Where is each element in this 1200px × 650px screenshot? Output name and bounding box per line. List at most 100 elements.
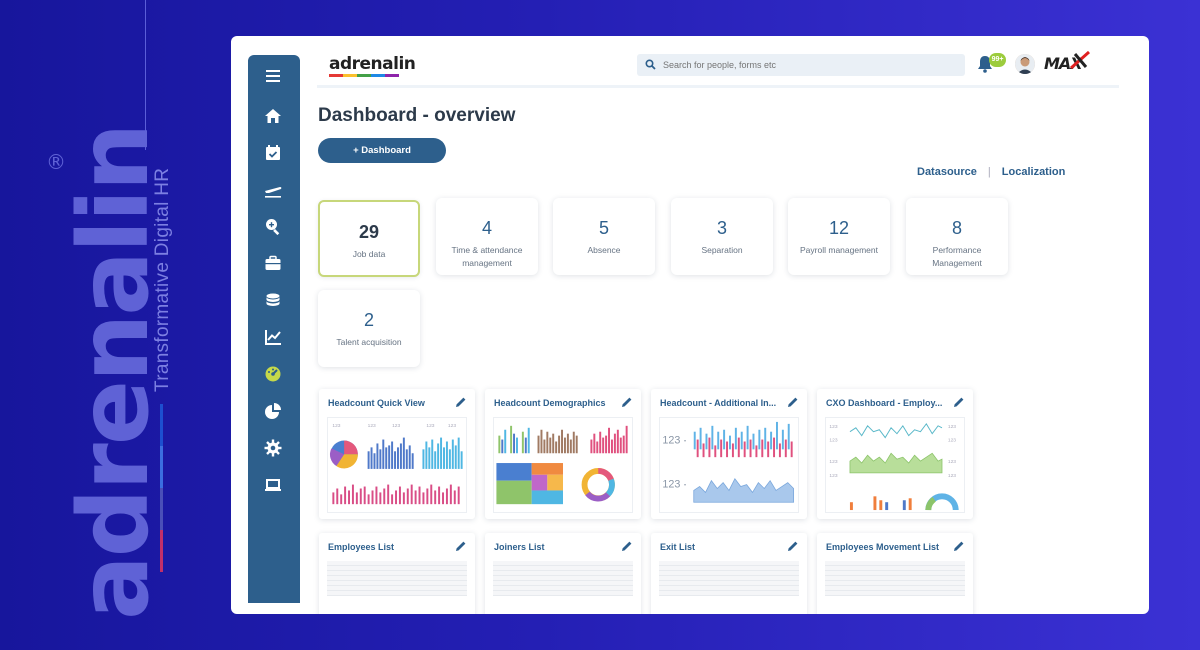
briefcase-icon[interactable] (261, 252, 285, 274)
sidebar (248, 55, 300, 603)
kpi-card-payroll[interactable]: 12 Payroll management (788, 198, 890, 275)
search-input[interactable] (663, 57, 953, 73)
home-icon[interactable] (261, 105, 285, 127)
plane-icon[interactable] (261, 179, 285, 201)
search-zoom-icon[interactable] (261, 215, 285, 237)
axis-tick: 123 (392, 423, 400, 429)
search-icon (645, 59, 656, 70)
laptop-icon[interactable] (261, 474, 285, 496)
table-placeholder (825, 561, 965, 601)
widget-title: Exit List (660, 542, 696, 552)
brand-color-bars (160, 404, 163, 572)
gear-icon[interactable] (261, 437, 285, 459)
axis-tick: 123 (368, 423, 376, 429)
link-separator: | (987, 166, 991, 178)
avatar[interactable] (1015, 54, 1035, 74)
svg-text:•: • (684, 438, 686, 444)
kpi-card-performance[interactable]: 8 Performance Management (906, 198, 1008, 275)
widget-exit-list[interactable]: Exit List (651, 533, 807, 614)
axis-tick: 123 (662, 434, 680, 446)
search-box[interactable] (637, 54, 965, 76)
widget-title: Headcount Quick View (328, 398, 425, 408)
kpi-label: Job data (352, 249, 386, 259)
widget-chart-thumbnail: 123 123 123 123 123 123 123 123 (825, 417, 965, 513)
widget-title: Headcount - Additional In... (660, 398, 777, 408)
kpi-card-absence[interactable]: 5 Absence (553, 198, 655, 275)
chart-line-icon[interactable] (261, 326, 285, 348)
kpi-value: 29 (358, 222, 380, 242)
kpi-value: 3 (716, 218, 727, 238)
logo-color-stripe (329, 74, 399, 77)
kpi-card-time-attendance[interactable]: 4 Time & attendance management (436, 198, 538, 275)
pencil-icon[interactable] (621, 396, 633, 408)
pencil-icon[interactable] (455, 540, 467, 552)
notification-badge[interactable]: 99+ (989, 53, 1006, 67)
pencil-icon[interactable] (455, 396, 467, 408)
widget-title: CXO Dashboard - Employ... (826, 398, 943, 408)
kpi-label: Time & attendance management (451, 245, 523, 268)
kpi-card-job-data[interactable]: 29 Job data (318, 200, 420, 277)
pencil-icon[interactable] (787, 396, 799, 408)
page-title: Dashboard - overview (318, 105, 516, 126)
calendar-check-icon[interactable] (261, 142, 285, 164)
add-dashboard-button[interactable]: + Dashboard (318, 138, 446, 163)
axis-tick: 123 (662, 479, 680, 491)
axis-tick: 123 (829, 459, 837, 465)
kpi-value: 5 (598, 218, 609, 238)
kpi-label: Absence (587, 245, 621, 255)
pencil-icon[interactable] (953, 396, 965, 408)
pencil-icon[interactable] (953, 540, 965, 552)
axis-tick: 123 (448, 423, 456, 429)
widget-headcount-demographics[interactable]: Headcount Demographics (485, 389, 641, 519)
kpi-value: 2 (363, 310, 374, 330)
axis-tick: 123 (948, 424, 956, 430)
brand-wordmark: adrenalin (58, 124, 170, 620)
widget-chart-thumbnail: 123 • 123 • (659, 417, 799, 513)
kpi-label: Performance Management (932, 245, 982, 268)
widget-employees-list[interactable]: Employees List (319, 533, 475, 614)
kpi-card-talent-acquisition[interactable]: 2 Talent acquisition (318, 290, 420, 367)
brand-tagline: Transformative Digital HR (152, 167, 173, 392)
kpi-label: Payroll management (800, 245, 878, 255)
widget-chart-thumbnail: 123 123 123 123 123 (327, 417, 467, 513)
app-logo[interactable]: adrenalin (329, 54, 416, 74)
datasource-link[interactable]: Datasource (917, 166, 977, 178)
widget-chart-thumbnail (493, 417, 633, 513)
axis-tick: 123 (426, 423, 434, 429)
axis-tick: 123 (948, 459, 956, 465)
table-placeholder (659, 561, 799, 601)
widget-employees-movement-list[interactable]: Employees Movement List (817, 533, 973, 614)
widget-title: Headcount Demographics (494, 398, 606, 408)
header-links: Datasource | Localization (917, 166, 1065, 178)
axis-tick: 123 (829, 473, 837, 479)
axis-tick: 123 (332, 423, 340, 429)
widget-joiners-list[interactable]: Joiners List (485, 533, 641, 614)
kpi-label: Separation (701, 245, 743, 255)
axis-tick: 123 (948, 438, 956, 444)
widget-headcount-additional-info[interactable]: Headcount - Additional In... 123 • 123 • (651, 389, 807, 519)
pie-chart-icon[interactable] (261, 400, 285, 422)
dashboard-gauge-icon[interactable] (261, 363, 285, 385)
widget-cxo-dashboard[interactable]: CXO Dashboard - Employ... 123 123 123 12… (817, 389, 973, 519)
top-bar: adrenalin 99+ MAX (317, 36, 1119, 88)
kpi-value: 8 (951, 218, 962, 238)
kpi-value: 4 (481, 218, 492, 238)
axis-tick: 123 (829, 438, 837, 444)
table-placeholder (327, 561, 467, 601)
company-logo-swoosh (1070, 50, 1090, 70)
menu-icon[interactable] (261, 65, 285, 87)
kpi-card-separation[interactable]: 3 Separation (671, 198, 773, 275)
localization-link[interactable]: Localization (1002, 166, 1066, 178)
widget-title: Employees Movement List (826, 542, 940, 552)
widget-headcount-quick-view[interactable]: Headcount Quick View 123 123 123 123 123 (319, 389, 475, 519)
widget-title: Joiners List (494, 542, 545, 552)
table-placeholder (493, 561, 633, 601)
coins-icon[interactable] (261, 289, 285, 311)
pencil-icon[interactable] (621, 540, 633, 552)
app-window: adrenalin 99+ MAX Dashboard - overview +… (231, 36, 1149, 614)
axis-tick: 123 (829, 424, 837, 430)
svg-text:•: • (684, 483, 686, 489)
pencil-icon[interactable] (787, 540, 799, 552)
widget-title: Employees List (328, 542, 395, 552)
kpi-label: Talent acquisition (336, 337, 402, 347)
